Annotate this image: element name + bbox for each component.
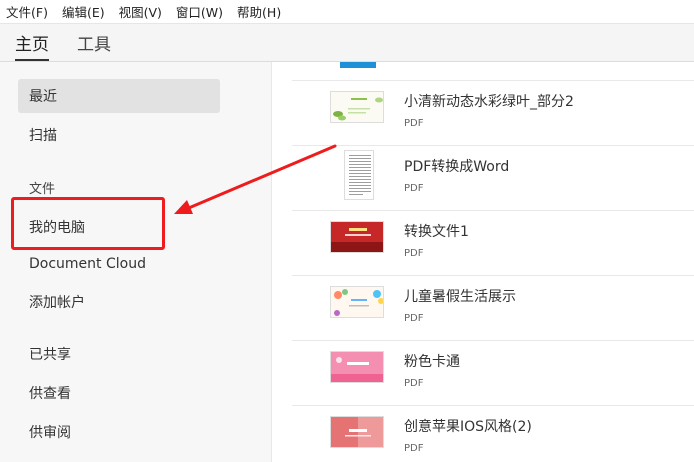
file-row[interactable]: 创意苹果IOS风格(2) PDF	[292, 406, 694, 462]
sidebar-item-document-cloud[interactable]: Document Cloud	[18, 247, 220, 281]
sidebar-item-scan[interactable]: 扫描	[18, 118, 220, 152]
file-thumbnail	[330, 351, 384, 383]
file-name: PDF转换成Word	[404, 159, 510, 175]
file-row[interactable]: PDF转换成Word PDF	[292, 146, 694, 211]
tab-tools[interactable]: 工具	[77, 30, 111, 59]
file-type: PDF	[404, 378, 424, 389]
file-type: PDF	[404, 248, 424, 259]
sidebar-heading-files: 文件	[29, 182, 56, 197]
menu-edit[interactable]: 编辑(E)	[62, 2, 105, 21]
file-row[interactable]: PDF	[292, 62, 694, 81]
menu-view[interactable]: 视图(V)	[119, 2, 162, 21]
menu-bar: 文件(F) 编辑(E) 视图(V) 窗口(W) 帮助(H)	[0, 0, 694, 24]
file-thumbnail	[330, 91, 384, 123]
file-thumbnail	[330, 221, 384, 253]
file-type: PDF	[404, 183, 424, 194]
tab-bar: 主页 工具	[0, 24, 694, 62]
file-row[interactable]: 粉色卡通 PDF	[292, 341, 694, 406]
file-thumbnail	[344, 150, 374, 200]
file-type: PDF	[404, 443, 424, 454]
sidebar-item-shared[interactable]: 已共享	[18, 337, 220, 371]
sidebar-item-add-account[interactable]: 添加帐户	[18, 285, 220, 319]
highlight-box	[11, 197, 165, 250]
file-row[interactable]: 儿童暑假生活展示 PDF	[292, 276, 694, 341]
file-type: PDF	[404, 62, 423, 64]
file-thumbnail	[340, 62, 376, 68]
menu-file[interactable]: 文件(F)	[6, 2, 48, 21]
file-thumbnail	[330, 286, 384, 318]
file-name: 小清新动态水彩绿叶_部分2	[404, 94, 574, 110]
file-name: 粉色卡通	[404, 354, 460, 370]
file-type: PDF	[404, 313, 424, 324]
menu-help[interactable]: 帮助(H)	[237, 2, 281, 21]
menu-window[interactable]: 窗口(W)	[176, 2, 223, 21]
file-name: 转换文件1	[404, 224, 469, 240]
tab-home[interactable]: 主页	[15, 30, 49, 61]
file-type: PDF	[404, 118, 424, 129]
file-row[interactable]: 转换文件1 PDF	[292, 211, 694, 276]
file-name: 儿童暑假生活展示	[404, 289, 516, 305]
file-list: PDF 小清新动态水彩绿叶_部分2 PDF	[272, 62, 694, 462]
sidebar-item-for-viewing[interactable]: 供查看	[18, 376, 220, 410]
file-name: 创意苹果IOS风格(2)	[404, 419, 532, 435]
sidebar-item-recent[interactable]: 最近	[18, 79, 220, 113]
sidebar: 最近 扫描 文件 我的电脑 Document Cloud 添加帐户 已共享 供查…	[0, 62, 272, 462]
file-row[interactable]: 小清新动态水彩绿叶_部分2 PDF	[292, 81, 694, 146]
file-thumbnail	[330, 416, 384, 448]
sidebar-item-for-review[interactable]: 供审阅	[18, 415, 220, 449]
